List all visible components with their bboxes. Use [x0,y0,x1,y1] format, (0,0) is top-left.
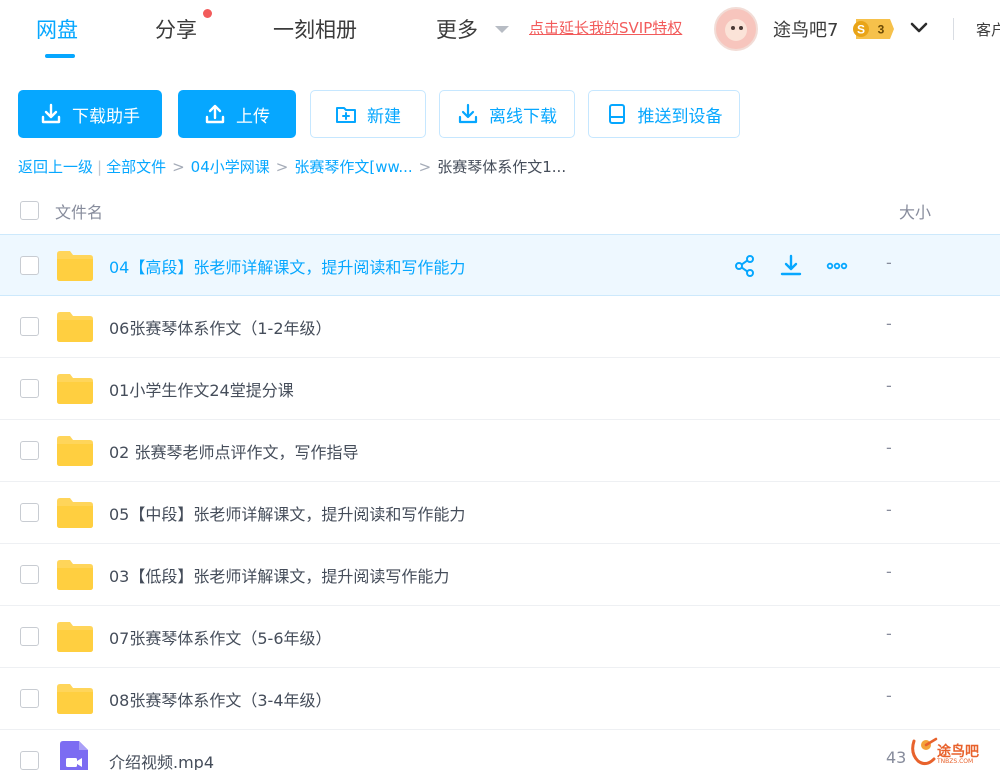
breadcrumb-item[interactable]: 张赛琴作文[ww... [294,156,412,177]
breadcrumb-separator: > [418,157,432,176]
more-icon[interactable] [825,254,849,278]
breadcrumb-separator: > [275,157,289,176]
breadcrumb-item[interactable]: 04小学网课 [191,156,270,177]
file-name[interactable]: 07张赛琴体系作文（5-6年级） [109,625,332,649]
breadcrumb-separator: > [172,157,185,176]
file-list: 04【高段】张老师详解课文，提升阅读和写作能力 - 06张赛琴体系作文（1-2年… [0,234,1000,770]
file-size: 43 [886,748,907,767]
file-size: - [886,253,892,272]
file-name[interactable]: 05【中段】张老师详解课文，提升阅读和写作能力 [109,501,465,525]
folder-icon [57,498,93,528]
active-tab-indicator [45,54,75,58]
folder-icon [57,436,93,466]
upload-icon [205,104,225,124]
download-icon[interactable] [779,254,803,278]
nav-tab-netdisk[interactable]: 网盘 [36,14,78,44]
file-name[interactable]: 06张赛琴体系作文（1-2年级） [109,315,332,339]
nav-tab-share[interactable]: 分享 [155,14,197,44]
new-folder-icon [336,107,356,123]
divider [953,18,954,40]
row-actions [733,254,849,278]
file-size: - [886,438,892,457]
file-row[interactable]: 04【高段】张老师详解课文，提升阅读和写作能力 - [0,234,1000,296]
row-checkbox[interactable] [20,689,39,708]
file-row[interactable]: 01小学生作文24堂提分课 - [0,358,1000,420]
upload-label: 上传 [236,106,270,127]
device-icon [608,104,625,124]
file-row[interactable]: 02 张赛琴老师点评作文，写作指导 - [0,420,1000,482]
file-name[interactable]: 02 张赛琴老师点评作文，写作指导 [109,439,358,463]
push-to-device-label: 推送到设备 [637,106,723,127]
file-row[interactable]: 07张赛琴体系作文（5-6年级） - [0,606,1000,668]
watermark-subtext: TNBZS.COM [937,758,974,765]
select-all-checkbox[interactable] [20,201,39,220]
chevron-down-icon[interactable] [908,16,930,38]
breadcrumb: 返回上一级 | 全部文件 > 04小学网课 > 张赛琴作文[ww... > 张赛… [18,156,566,177]
offline-download-icon [458,103,478,124]
file-name[interactable]: 01小学生作文24堂提分课 [109,377,294,401]
notification-dot [203,9,212,18]
folder-icon [57,684,93,714]
breadcrumb-item[interactable]: 全部文件 [106,156,166,177]
file-size: - [886,686,892,705]
breadcrumb-divider: | [97,157,103,176]
file-row[interactable]: 08张赛琴体系作文（3-4年级） - [0,668,1000,730]
row-checkbox[interactable] [20,441,39,460]
column-header-name[interactable]: 文件名 [55,199,103,223]
file-name[interactable]: 介绍视频.mp4 [109,749,214,770]
nav-tab-album[interactable]: 一刻相册 [273,14,357,44]
column-header-size[interactable]: 大小 [899,199,931,223]
file-size: - [886,500,892,519]
folder-icon [57,622,93,652]
vip-level-badge: S 3 [853,19,894,39]
breadcrumb-current: 张赛琴体系作文1... [437,158,567,176]
row-checkbox[interactable] [20,565,39,584]
download-assistant-button[interactable]: 下载助手 [18,90,162,138]
file-size: - [886,624,892,643]
row-checkbox[interactable] [20,503,39,522]
file-row[interactable]: 介绍视频.mp4 43 [0,730,1000,770]
folder-icon [57,312,93,342]
offline-download-label: 离线下载 [489,106,557,127]
download-assistant-label: 下载助手 [72,106,140,127]
svg-text:3: 3 [878,23,885,37]
row-checkbox[interactable] [20,256,39,275]
row-checkbox[interactable] [20,751,39,770]
new-folder-label: 新建 [367,106,401,127]
row-checkbox[interactable] [20,379,39,398]
row-checkbox[interactable] [20,627,39,646]
file-row[interactable]: 06张赛琴体系作文（1-2年级） - [0,296,1000,358]
new-folder-button[interactable]: 新建 [310,90,426,138]
file-size: - [886,314,892,333]
file-name[interactable]: 03【低段】张老师详解课文，提升阅读写作能力 [109,563,449,587]
file-row[interactable]: 03【低段】张老师详解课文，提升阅读写作能力 - [0,544,1000,606]
breadcrumb-back-link[interactable]: 返回上一级 [18,156,93,177]
folder-icon [57,560,93,590]
customer-service-link[interactable]: 客户 [976,19,1000,40]
nav-tab-more[interactable]: 更多 [436,14,478,44]
push-to-device-button[interactable]: 推送到设备 [588,90,740,138]
avatar[interactable] [714,7,758,51]
offline-download-button[interactable]: 离线下载 [439,90,575,138]
download-icon [41,103,61,124]
caret-down-icon[interactable] [495,26,509,33]
upload-button[interactable]: 上传 [178,90,296,138]
file-row[interactable]: 05【中段】张老师详解课文，提升阅读和写作能力 - [0,482,1000,544]
share-icon[interactable] [733,254,757,278]
file-size: - [886,562,892,581]
file-size: - [886,376,892,395]
file-name[interactable]: 08张赛琴体系作文（3-4年级） [109,687,332,711]
video-file-icon [60,741,88,770]
svg-text:S: S [857,23,865,37]
folder-icon [57,374,93,404]
svip-promo-link[interactable]: 点击延长我的SVIP特权 [529,17,682,38]
file-name[interactable]: 04【高段】张老师详解课文，提升阅读和写作能力 [109,254,465,278]
row-checkbox[interactable] [20,317,39,336]
folder-icon [57,251,93,281]
top-navigation: 网盘 分享 一刻相册 更多 点击延长我的SVIP特权 途鸟吧7 S 3 客户 [0,0,1000,70]
username[interactable]: 途鸟吧7 [773,16,838,42]
